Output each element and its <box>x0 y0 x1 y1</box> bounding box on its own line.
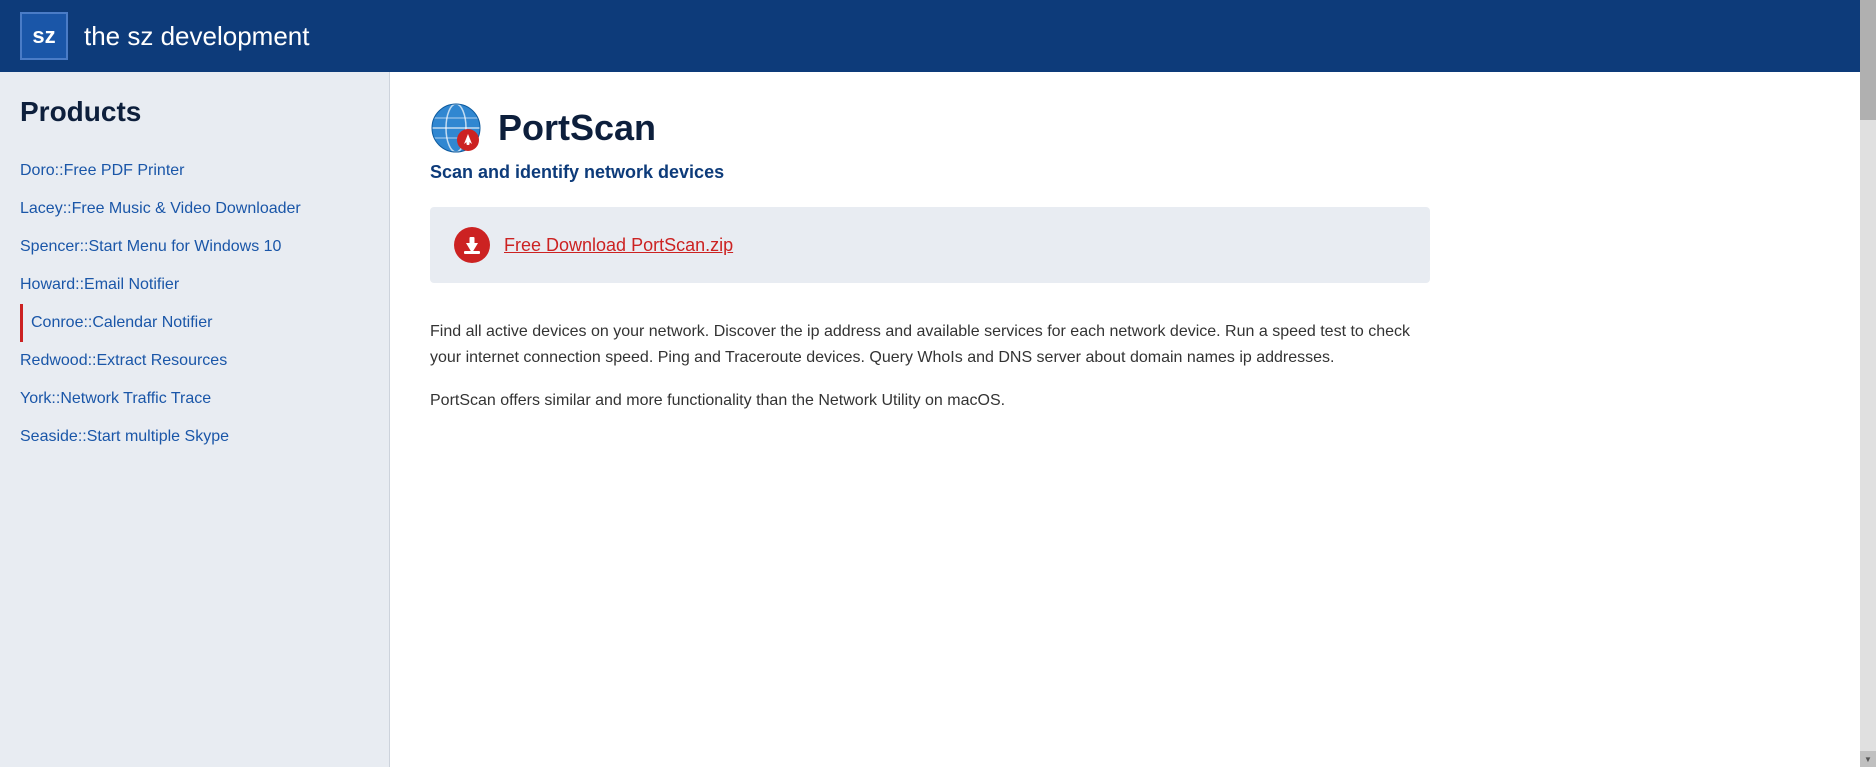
scrollbar-down-button[interactable]: ▼ <box>1860 751 1876 767</box>
download-box: Free Download PortScan.zip <box>430 207 1430 283</box>
main-layout: Products Doro::Free PDF Printer Lacey::F… <box>0 72 1876 767</box>
logo-text: sz <box>32 23 55 49</box>
sidebar-heading: Products <box>20 96 369 128</box>
sidebar-item-lacey[interactable]: Lacey::Free Music & Video Downloader <box>20 190 369 228</box>
sidebar-item-spencer[interactable]: Spencer::Start Menu for Windows 10 <box>20 228 369 266</box>
product-subtitle: Scan and identify network devices <box>430 162 1820 183</box>
product-icon <box>430 102 482 154</box>
main-content: PortScan Scan and identify network devic… <box>390 72 1860 767</box>
sidebar-item-conroe[interactable]: Conroe::Calendar Notifier <box>20 304 369 342</box>
description-paragraph-1: Find all active devices on your network.… <box>430 319 1430 372</box>
product-header: PortScan <box>430 102 1820 154</box>
header-title: the sz development <box>84 21 309 52</box>
sidebar-item-redwood[interactable]: Redwood::Extract Resources <box>20 342 369 380</box>
sidebar-item-seaside[interactable]: Seaside::Start multiple Skype <box>20 418 369 456</box>
product-description: Find all active devices on your network.… <box>430 319 1430 414</box>
description-paragraph-2: PortScan offers similar and more functio… <box>430 388 1430 414</box>
download-icon <box>454 227 490 263</box>
app-header: sz the sz development <box>0 0 1876 72</box>
sidebar-item-howard[interactable]: Howard::Email Notifier <box>20 266 369 304</box>
sidebar: Products Doro::Free PDF Printer Lacey::F… <box>0 72 390 767</box>
scrollbar-track[interactable]: ▲ ▼ <box>1860 0 1876 767</box>
sidebar-item-york[interactable]: York::Network Traffic Trace <box>20 380 369 418</box>
product-title: PortScan <box>498 107 656 149</box>
logo-badge: sz <box>20 12 68 60</box>
download-link[interactable]: Free Download PortScan.zip <box>504 235 733 256</box>
scrollbar-thumb[interactable] <box>1860 0 1876 120</box>
sidebar-item-doro[interactable]: Doro::Free PDF Printer <box>20 152 369 190</box>
